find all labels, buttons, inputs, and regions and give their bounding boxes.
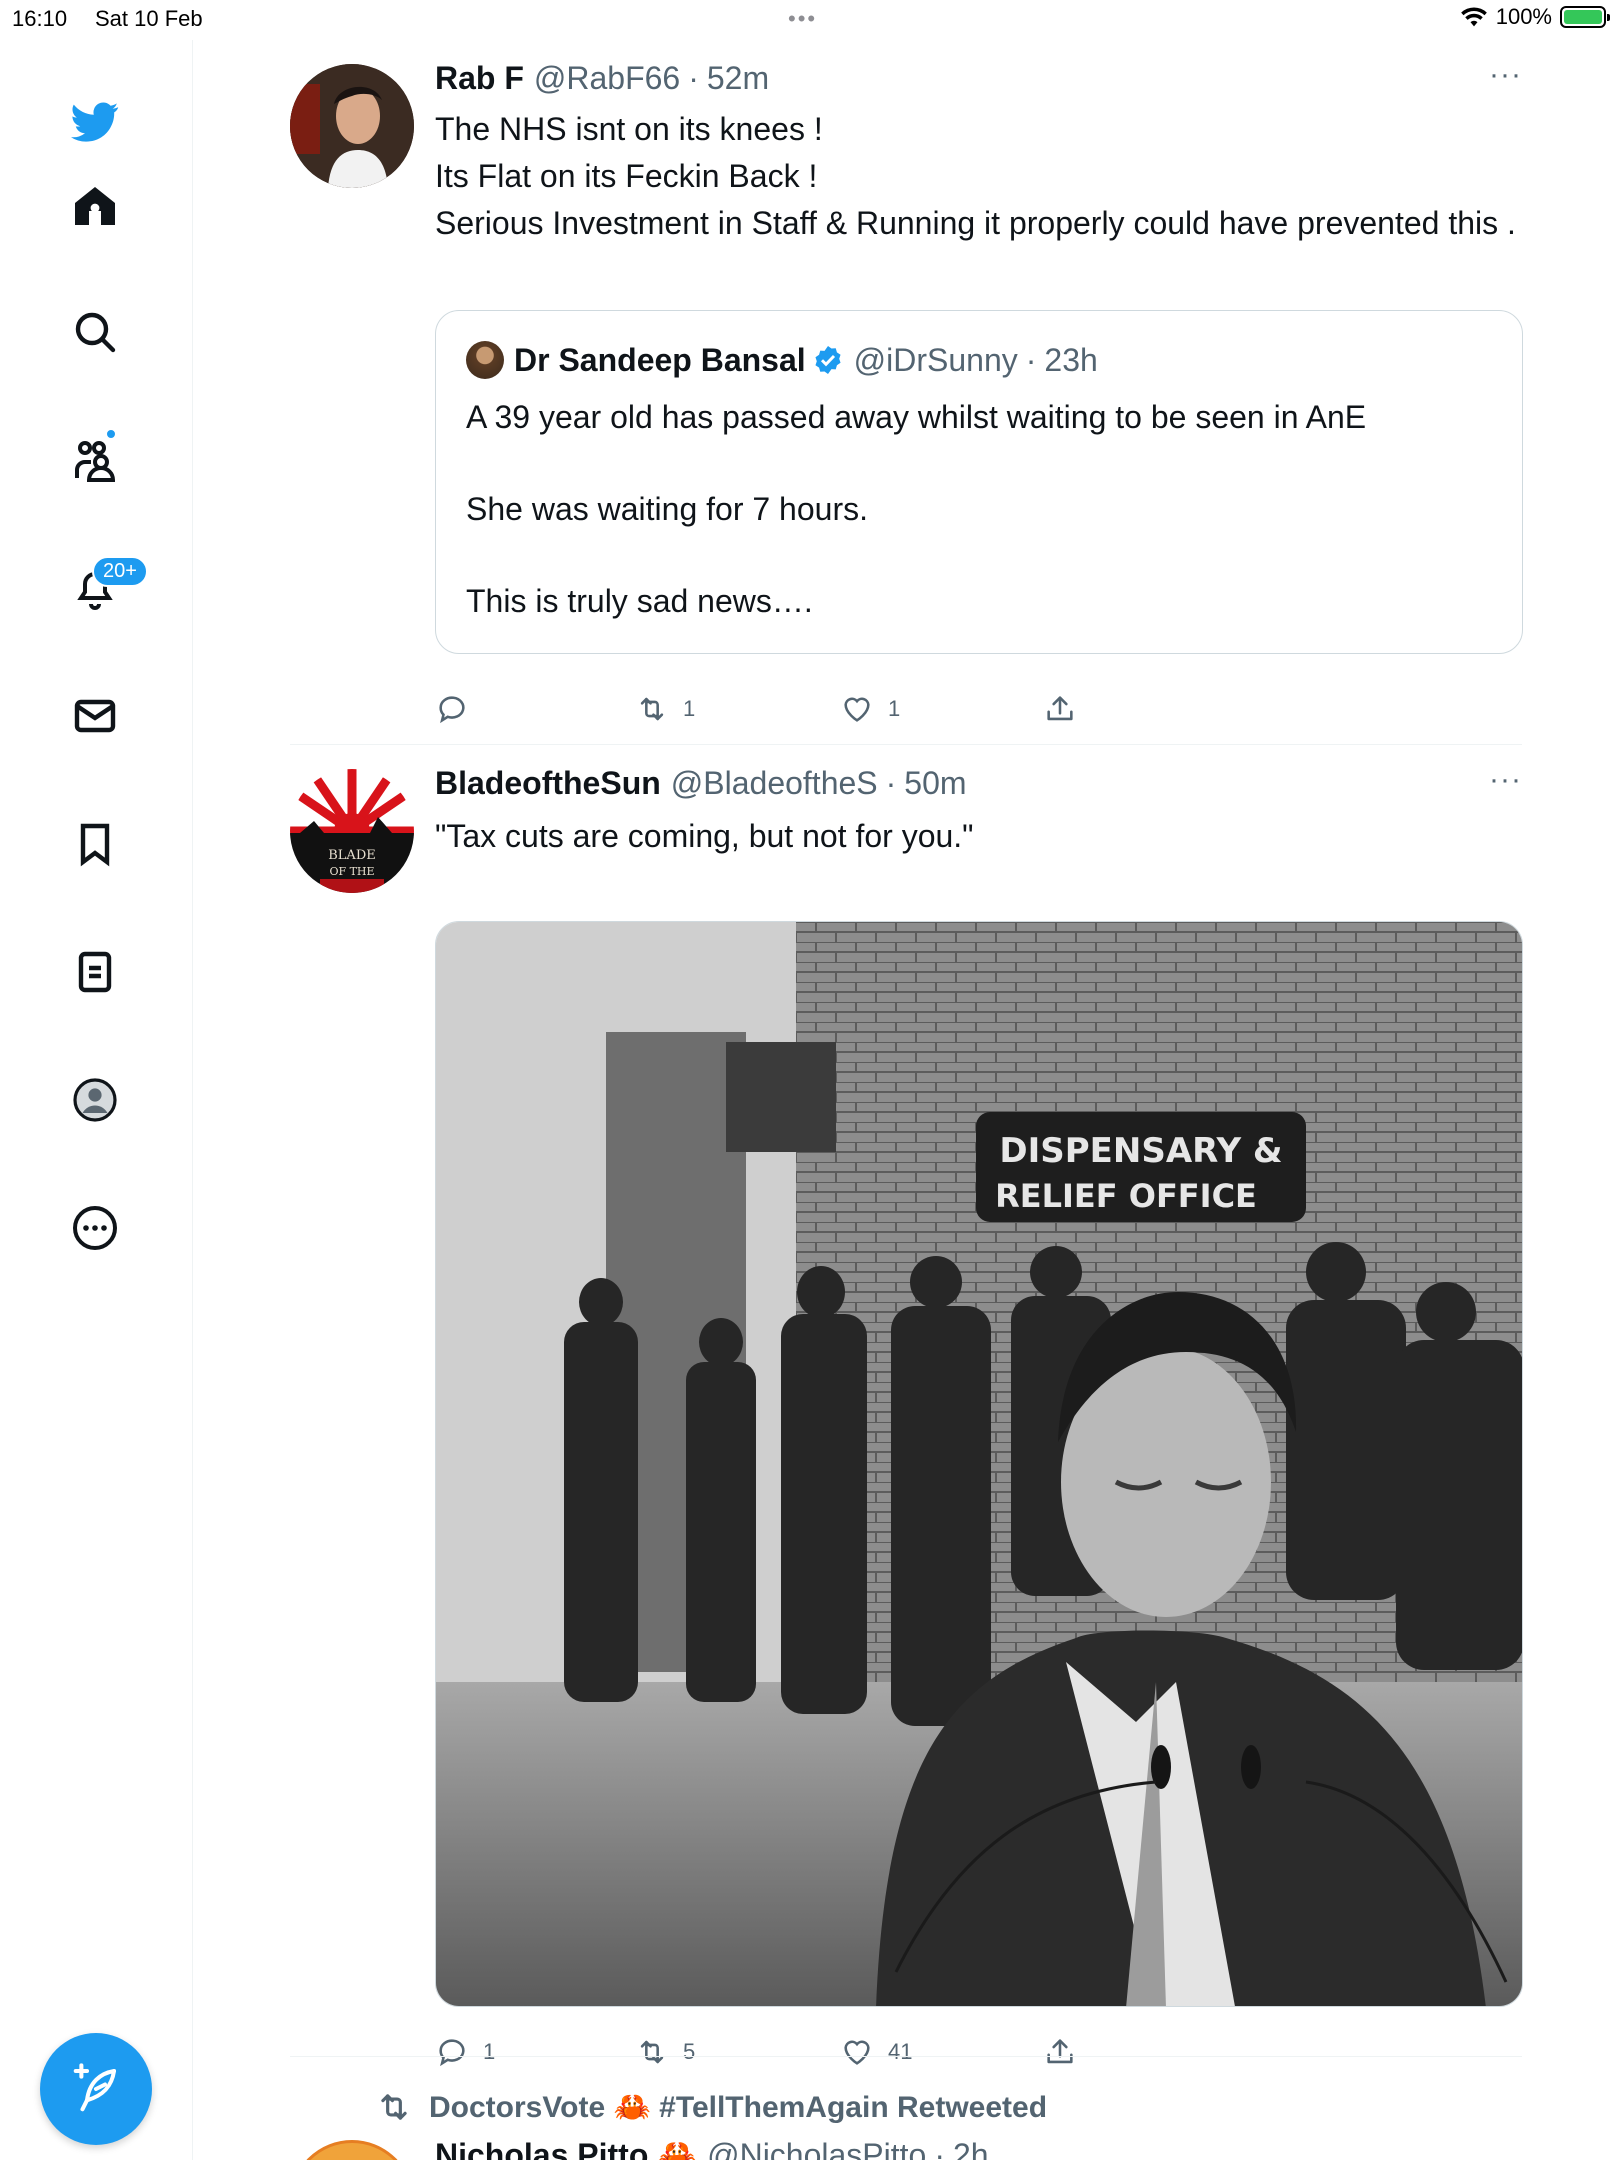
reply-button[interactable] [435, 692, 483, 726]
profile-avatar-icon[interactable] [65, 1070, 125, 1130]
like-button[interactable]: 1 [840, 692, 900, 726]
author-handle[interactable]: @NicholasPitto [707, 2137, 926, 2160]
battery-percent: 100% [1495, 4, 1552, 29]
retweeted-by-line[interactable]: DoctorsVote 🦀 #TellThemAgain Retweeted [375, 2088, 1047, 2126]
retweet-icon [640, 2040, 664, 2064]
author-handle[interactable]: @RabF66 [534, 60, 680, 97]
retweet-button[interactable]: 1 [635, 692, 695, 726]
retweet-count: 1 [683, 696, 696, 721]
author-name[interactable]: Nicholas Pitto 🦀 [435, 2136, 697, 2160]
like-button[interactable]: 41 [840, 2035, 912, 2069]
quoted-text-line: This is truly sad news…. [466, 583, 813, 619]
avatar[interactable]: BLADE OF THE [290, 769, 414, 893]
tweet-time[interactable]: 52m [707, 60, 769, 97]
quoted-tweet[interactable]: Dr Sandeep Bansal @iDrSunny · 23h A 39 y… [435, 310, 1523, 654]
tweet-bladeofthesun[interactable]: BLADE OF THE BladeoftheSun @BladeoftheS … [290, 745, 1523, 2067]
battery-icon [1560, 6, 1610, 28]
like-count: 1 [888, 696, 901, 721]
communities-dot-badge [105, 428, 117, 440]
reply-button[interactable]: 1 [435, 2035, 495, 2069]
separator: · [934, 2137, 945, 2160]
separator: · [688, 60, 699, 96]
tweet-time[interactable]: 2h [953, 2137, 989, 2160]
lists-icon[interactable] [65, 942, 125, 1002]
explore-search-icon[interactable] [65, 302, 125, 362]
wifi-icon [1460, 7, 1487, 27]
quoted-author-name: Dr Sandeep Bansal [514, 341, 806, 378]
next-tweet-avatar[interactable] [290, 2140, 414, 2160]
rising-sun-avatar-icon: BLADE OF THE [290, 769, 414, 893]
avatar-text: OF THE [329, 865, 374, 878]
media-sign-text: DISPENSARY & [999, 1131, 1282, 1171]
author-name[interactable]: BladeoftheSun [435, 765, 661, 802]
tweet-header: Rab F @RabF66 · 52m [435, 60, 769, 97]
notifications-badge: 20+ [92, 556, 148, 587]
retweet-icon [640, 697, 664, 721]
avatar-photo-icon [290, 64, 414, 188]
avatar-text: BLADE [328, 848, 376, 863]
quoted-time: 23h [1044, 341, 1098, 378]
media-sign-text: RELIEF OFFICE [995, 1177, 1257, 1215]
separator: · [1025, 341, 1037, 378]
communities-icon[interactable] [65, 430, 125, 490]
messages-mail-icon[interactable] [65, 686, 125, 746]
compose-tweet-button[interactable] [40, 2033, 152, 2145]
tweet-line: Serious Investment in Staff & Running it… [435, 205, 1516, 241]
heart-icon [844, 2040, 870, 2065]
twitter-logo-icon[interactable] [65, 92, 125, 152]
tweet-more-icon[interactable]: ··· [1489, 58, 1522, 92]
tweet-actions: 1 5 41 [435, 2035, 1135, 2075]
quoted-tweet-header: Dr Sandeep Bansal @iDrSunny · 23h [466, 341, 1098, 379]
retweet-button[interactable]: 5 [635, 2035, 695, 2069]
tweet-time[interactable]: 50m [904, 765, 966, 802]
status-date: Sat 10 Feb [95, 6, 203, 31]
share-button[interactable] [1043, 2035, 1077, 2069]
multitasking-dots-icon[interactable]: ••• [788, 6, 817, 32]
quoted-author-handle: @iDrSunny [853, 341, 1018, 378]
sidebar-nav: 20+ [0, 40, 193, 2160]
photo-collage-icon: DISPENSARY & RELIEF OFFICE [436, 922, 1522, 2006]
author-name[interactable]: Rab F [435, 60, 524, 97]
retweet-count: 5 [683, 2039, 696, 2064]
verified-badge-icon [815, 346, 841, 374]
reply-icon [439, 696, 465, 724]
reply-icon [439, 2039, 465, 2067]
tweet-text: "Tax cuts are coming, but not for you." [435, 818, 974, 854]
status-right: 100% [1460, 4, 1610, 30]
author-handle[interactable]: @BladeoftheS [671, 765, 878, 802]
quoted-text-line: A 39 year old has passed away whilst wai… [466, 399, 1367, 435]
more-options-icon[interactable] [65, 1198, 125, 1258]
next-tweet-header: Nicholas Pitto 🦀 @NicholasPitto · 2h [435, 2136, 989, 2160]
compose-feather-icon [73, 2063, 117, 2112]
share-button[interactable] [1043, 692, 1077, 726]
quoted-avatar [466, 341, 504, 379]
tweet-rabf[interactable]: Rab F @RabF66 · 52m ··· The NHS isnt on … [290, 40, 1525, 744]
like-count: 41 [888, 2039, 913, 2064]
share-icon [1047, 2039, 1073, 2064]
tweet-line: Its Flat on its Feckin Back ! [435, 158, 818, 194]
retweet-icon [381, 2094, 407, 2120]
bookmarks-icon[interactable] [65, 814, 125, 874]
tweet-more-icon[interactable]: ··· [1489, 763, 1522, 797]
tweet-actions: 1 1 [435, 692, 1135, 732]
quoted-text-line: She was waiting for 7 hours. [466, 491, 868, 527]
separator: · [885, 765, 897, 801]
tweet-media-image[interactable]: DISPENSARY & RELIEF OFFICE [435, 921, 1523, 2007]
reply-count: 1 [483, 2039, 496, 2064]
tweet-header: BladeoftheSun @BladeoftheS · 50m [435, 765, 967, 802]
status-time: 16:10 [12, 6, 68, 31]
avatar[interactable] [290, 64, 414, 188]
tweet-line: The NHS isnt on its knees ! [435, 111, 823, 147]
retweeted-by-text: DoctorsVote 🦀 #TellThemAgain Retweeted [429, 2090, 1048, 2124]
share-icon [1047, 696, 1073, 721]
tweet-divider [290, 2056, 1522, 2057]
status-bar: 16:10 Sat 10 Feb ••• 100% [0, 0, 1620, 40]
home-icon[interactable] [65, 176, 125, 236]
heart-icon [844, 697, 870, 722]
tweet-text: The NHS isnt on its knees ! Its Flat on … [435, 106, 1525, 247]
